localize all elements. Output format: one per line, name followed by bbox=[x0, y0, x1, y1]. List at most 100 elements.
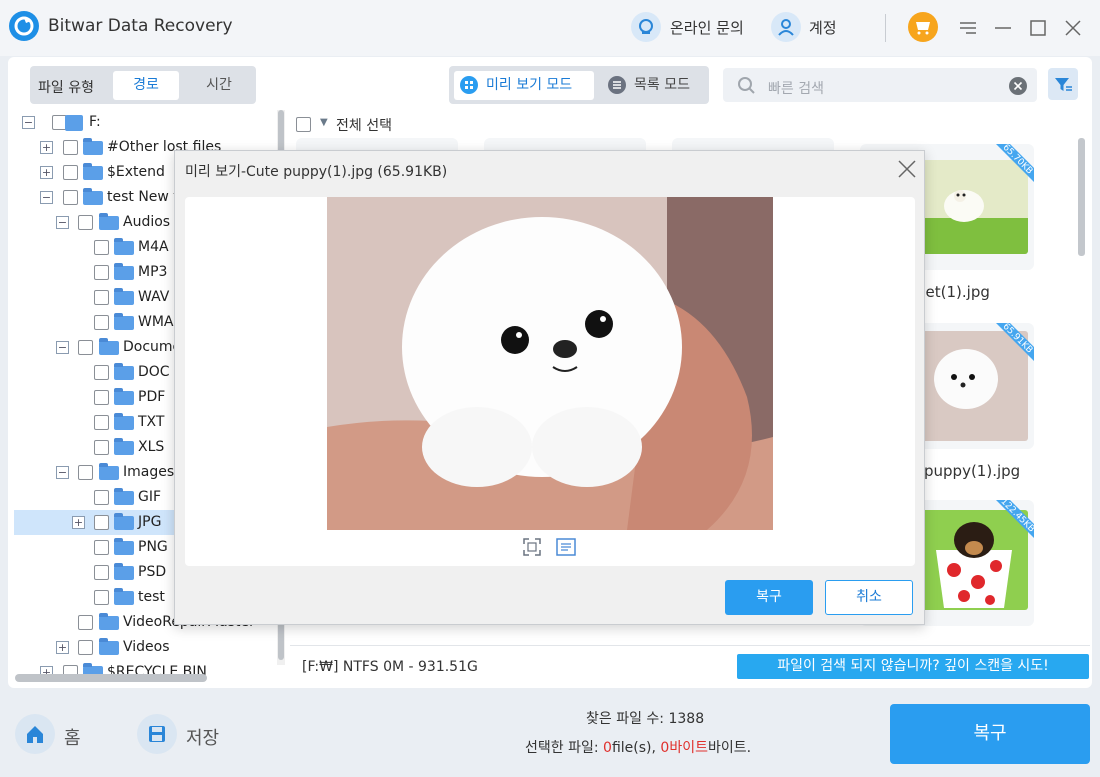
tree-checkbox[interactable] bbox=[78, 615, 93, 630]
preview-mode-button[interactable]: 미리 보기 모드 bbox=[454, 71, 594, 100]
tree-checkbox[interactable] bbox=[94, 265, 109, 280]
expand-icon[interactable]: + bbox=[40, 166, 53, 179]
tab-time[interactable]: 시간 bbox=[186, 71, 252, 100]
svg-text:122.45KB: 122.45KB bbox=[998, 500, 1034, 535]
selected-bytes: 0바이트 bbox=[660, 740, 708, 756]
collapse-icon[interactable]: − bbox=[56, 216, 69, 229]
minimize-icon[interactable] bbox=[992, 17, 1014, 39]
collapse-icon[interactable]: − bbox=[56, 466, 69, 479]
save-button[interactable]: 저장 bbox=[186, 724, 219, 750]
tree-item-label: XLS bbox=[138, 439, 165, 455]
tree-checkbox[interactable] bbox=[94, 440, 109, 455]
preview-image bbox=[327, 197, 773, 530]
clear-search-icon[interactable] bbox=[1008, 76, 1028, 100]
grid-icon bbox=[460, 76, 478, 94]
folder-icon bbox=[114, 313, 134, 330]
home-button[interactable]: 홈 bbox=[64, 724, 81, 750]
tree-item-label: Videos bbox=[123, 639, 170, 655]
tree-checkbox[interactable] bbox=[94, 315, 109, 330]
recover-button[interactable]: 복구 bbox=[890, 704, 1090, 764]
tree-item-label: $RECYCLE.BIN bbox=[107, 664, 207, 675]
tree-item-label: GIF bbox=[138, 489, 162, 505]
tree-item[interactable]: + $RECYCLE.BIN bbox=[14, 660, 276, 675]
account-link[interactable]: 계정 bbox=[809, 17, 837, 38]
tree-horizontal-scrollbar[interactable] bbox=[15, 674, 207, 682]
folder-icon bbox=[114, 538, 134, 555]
tree-checkbox[interactable] bbox=[94, 415, 109, 430]
tree-item-label: DOC bbox=[138, 364, 170, 380]
expand-icon[interactable]: + bbox=[56, 641, 69, 654]
file-type-filter[interactable]: 파일 유형 bbox=[38, 77, 94, 97]
home-icon[interactable] bbox=[15, 714, 55, 754]
tree-checkbox[interactable] bbox=[94, 565, 109, 580]
tab-path[interactable]: 경로 bbox=[113, 71, 179, 100]
tree-checkbox[interactable] bbox=[78, 340, 93, 355]
tree-checkbox[interactable] bbox=[63, 190, 78, 205]
tree-checkbox[interactable] bbox=[94, 590, 109, 605]
file-name: pet(1).jpg bbox=[916, 283, 990, 301]
folder-icon bbox=[99, 463, 119, 480]
filter-icon bbox=[1055, 78, 1072, 91]
tree-item[interactable]: + Videos bbox=[14, 635, 276, 660]
selected-suffix: 바이트. bbox=[707, 740, 752, 756]
tree-item-label: Docume bbox=[123, 339, 182, 355]
collapse-icon[interactable]: − bbox=[56, 341, 69, 354]
cart-icon[interactable] bbox=[908, 12, 938, 42]
dialog-cancel-button[interactable]: 취소 bbox=[825, 580, 913, 615]
size-badge: 65.91KB bbox=[996, 323, 1034, 361]
dialog-close-icon[interactable] bbox=[896, 158, 918, 180]
tree-item-label: MP3 bbox=[138, 264, 168, 280]
tree-checkbox[interactable] bbox=[94, 515, 109, 530]
tree-item-label: test bbox=[138, 589, 165, 605]
file-name: puppy(1).jpg bbox=[924, 462, 1021, 480]
tree-checkbox[interactable] bbox=[94, 540, 109, 555]
list-mode-button[interactable]: 목록 모드 bbox=[604, 71, 704, 100]
list-mode-label: 목록 모드 bbox=[634, 77, 690, 93]
tree-checkbox[interactable] bbox=[94, 365, 109, 380]
dialog-recover-button[interactable]: 복구 bbox=[725, 580, 813, 615]
expand-icon[interactable]: + bbox=[72, 516, 85, 529]
collapse-icon[interactable]: − bbox=[22, 116, 35, 129]
tree-checkbox[interactable] bbox=[63, 140, 78, 155]
save-icon[interactable] bbox=[137, 714, 177, 754]
tree-checkbox[interactable] bbox=[94, 290, 109, 305]
account-user-icon[interactable] bbox=[771, 12, 801, 42]
selected-count: 0 bbox=[603, 740, 612, 756]
content-scrollbar[interactable] bbox=[1078, 138, 1085, 256]
support-headset-icon[interactable] bbox=[631, 12, 661, 42]
filter-button[interactable] bbox=[1048, 68, 1078, 100]
maximize-icon[interactable] bbox=[1027, 17, 1049, 39]
search-placeholder: 빠른 검색 bbox=[768, 81, 824, 97]
tree-checkbox[interactable] bbox=[78, 215, 93, 230]
size-badge: 122.45KB bbox=[996, 500, 1034, 538]
folder-icon bbox=[83, 138, 103, 155]
tree-item-label: test New f bbox=[107, 189, 179, 205]
select-all-checkbox[interactable] bbox=[296, 117, 311, 132]
tree-item-label: PNG bbox=[138, 539, 168, 555]
fit-screen-icon[interactable] bbox=[522, 537, 542, 561]
svg-text:65.70KB: 65.70KB bbox=[1000, 144, 1034, 177]
expand-icon[interactable]: + bbox=[40, 141, 53, 154]
tree-checkbox[interactable] bbox=[78, 640, 93, 655]
image-info-icon[interactable] bbox=[556, 537, 576, 561]
tree-item-label: F: bbox=[89, 114, 101, 130]
close-icon[interactable] bbox=[1062, 17, 1084, 39]
tree-checkbox[interactable] bbox=[63, 165, 78, 180]
deep-scan-button[interactable]: 파일이 검색 되지 않습니까? 깊이 스캔을 시도! bbox=[737, 654, 1089, 679]
tree-checkbox[interactable] bbox=[94, 390, 109, 405]
tree-item[interactable]: − F: bbox=[14, 110, 276, 135]
chevron-down-icon[interactable]: ▼ bbox=[320, 117, 328, 128]
selected-mid: file(s), bbox=[611, 740, 661, 756]
support-link[interactable]: 온라인 문의 bbox=[670, 17, 744, 38]
collapse-icon[interactable]: − bbox=[40, 191, 53, 204]
title-divider bbox=[885, 14, 886, 42]
tree-checkbox[interactable] bbox=[78, 465, 93, 480]
svg-text:65.91KB: 65.91KB bbox=[1000, 323, 1034, 356]
app-title: Bitwar Data Recovery bbox=[48, 16, 233, 36]
folder-icon bbox=[99, 638, 119, 655]
tree-checkbox[interactable] bbox=[94, 490, 109, 505]
folder-icon bbox=[114, 488, 134, 505]
folder-icon bbox=[114, 238, 134, 255]
tree-checkbox[interactable] bbox=[94, 240, 109, 255]
menu-icon[interactable] bbox=[957, 17, 979, 39]
